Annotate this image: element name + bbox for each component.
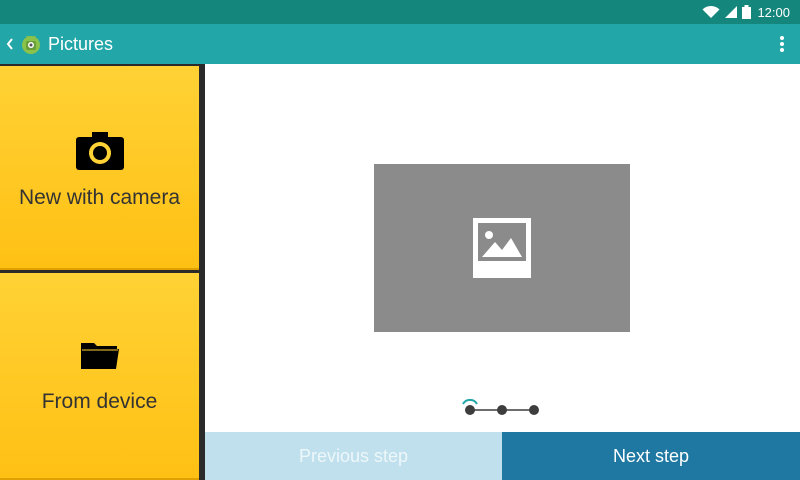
next-step-button[interactable]: Next step xyxy=(502,432,800,480)
wifi-icon xyxy=(702,5,720,18)
next-step-label: Next step xyxy=(612,445,690,466)
preview-area xyxy=(205,64,800,432)
previous-step-button[interactable]: Previous step xyxy=(205,432,502,480)
signal-icon xyxy=(725,6,738,18)
app-icon[interactable] xyxy=(19,32,43,56)
new-with-camera-label: New with camera xyxy=(18,186,181,209)
status-icons: 12:00 xyxy=(702,3,790,21)
page-title: Pictures xyxy=(48,34,114,54)
previous-step-label: Previous step xyxy=(298,445,409,466)
folder-icon xyxy=(80,343,119,369)
step-indicator xyxy=(462,398,539,415)
step-dot-3 xyxy=(529,405,539,415)
status-bar: 12:00 xyxy=(0,0,800,24)
from-device-button[interactable]: From device xyxy=(0,273,199,480)
camera-icon xyxy=(75,132,124,170)
back-chevron-icon[interactable] xyxy=(5,35,15,53)
new-with-camera-button[interactable]: New with camera xyxy=(0,66,199,270)
image-placeholder xyxy=(374,164,630,332)
step-dot-2 xyxy=(497,405,507,415)
action-bar: Pictures xyxy=(0,24,800,64)
status-time: 12:00 xyxy=(757,4,790,20)
image-icon xyxy=(473,218,531,278)
from-device-label: From device xyxy=(41,390,158,413)
overflow-menu-icon[interactable] xyxy=(774,34,790,54)
source-panel: New with camera From device xyxy=(0,64,205,480)
step-dot-1 xyxy=(465,405,475,415)
battery-icon xyxy=(742,5,752,19)
